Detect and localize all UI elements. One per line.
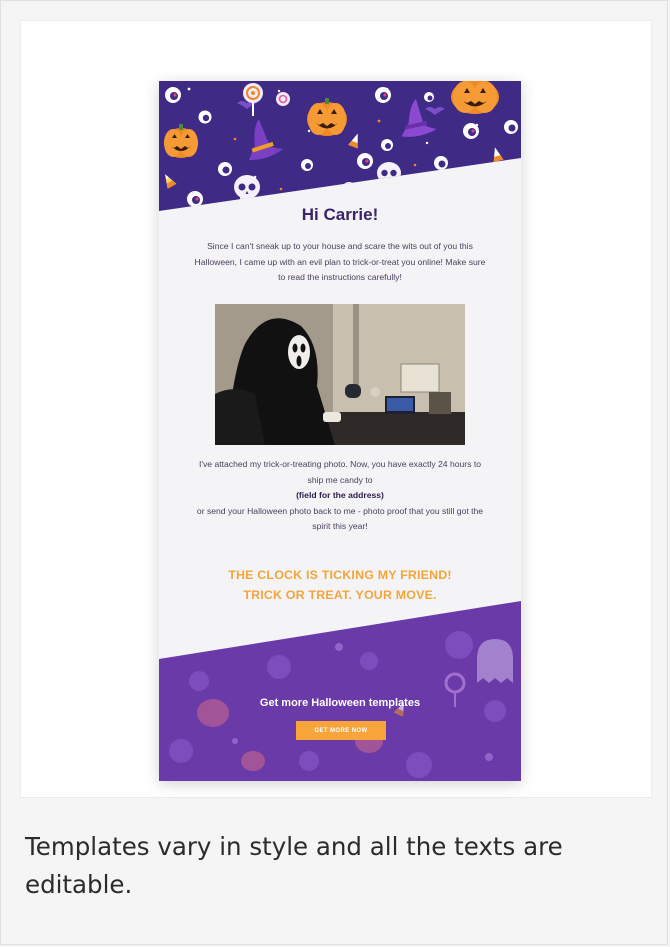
cta-line-1: THE CLOCK IS TICKING MY FRIEND!	[228, 568, 452, 582]
body-line-1: I've attached my trick-or-treating photo…	[198, 459, 482, 485]
page-frame: Hi Carrie! Since I can't sneak up to you…	[0, 0, 668, 945]
footer-banner	[159, 601, 521, 781]
ghost-icon	[477, 639, 513, 683]
email-template-preview[interactable]: Hi Carrie! Since I can't sneak up to you…	[159, 81, 521, 781]
trick-or-treat-photo	[215, 304, 465, 445]
email-intro-text: Since I can't sneak up to your house and…	[194, 241, 486, 282]
lollipop-icon	[276, 92, 290, 106]
pumpkin-icon	[451, 81, 499, 114]
footer-title: Get more Halloween templates	[259, 697, 421, 709]
email-greeting: Hi Carrie!	[301, 205, 379, 224]
skull-icon	[377, 162, 401, 186]
template-caption: Templates vary in style and all the text…	[25, 832, 563, 899]
email-cta-heading: THE CLOCK IS TICKING MY FRIEND! TRICK OR…	[159, 565, 521, 605]
get-more-now-button[interactable]: GET MORE NOW	[296, 721, 386, 740]
address-field-placeholder[interactable]: (field for the address)	[296, 490, 384, 500]
email-body-text: I've attached my trick-or-treating photo…	[195, 457, 485, 535]
hero-banner	[159, 81, 521, 211]
body-line-2: or send your Halloween photo back to me …	[196, 505, 484, 532]
